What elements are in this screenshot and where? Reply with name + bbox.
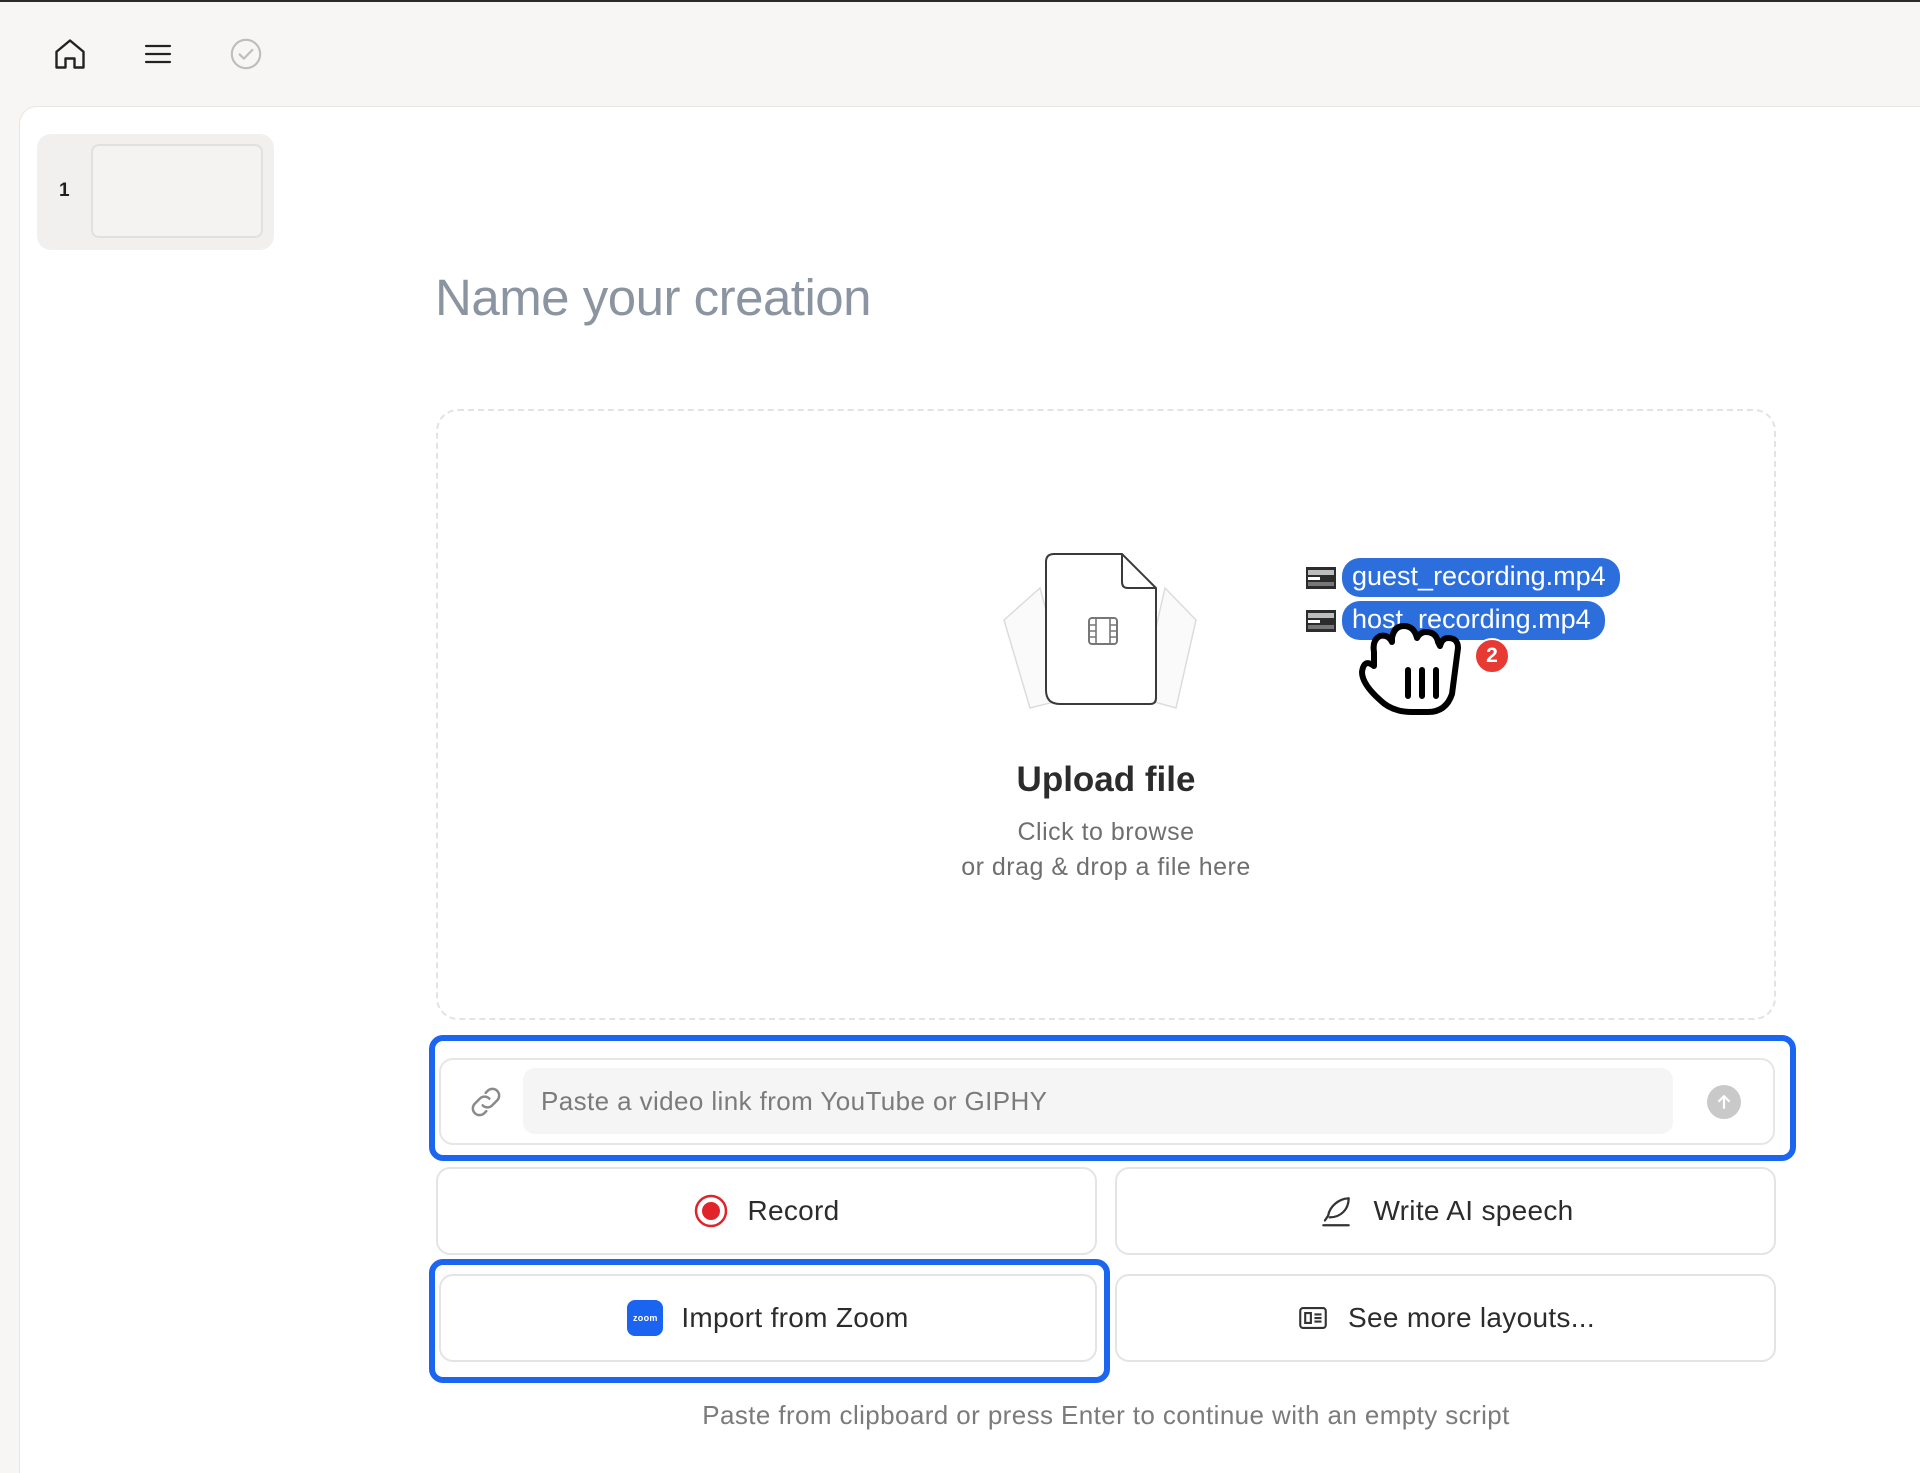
drag-count-badge: 2 — [1474, 638, 1510, 674]
scene-thumbnail — [91, 144, 263, 238]
home-icon[interactable] — [48, 32, 92, 76]
write-ai-speech-button[interactable]: Write AI speech — [1115, 1167, 1776, 1255]
link-icon — [466, 1082, 506, 1122]
top-toolbar — [0, 2, 1920, 106]
check-circle-icon[interactable] — [224, 32, 268, 76]
grab-hand-cursor-icon — [1350, 608, 1470, 718]
layout-icon — [1296, 1301, 1330, 1335]
arrow-up-icon — [1717, 1095, 1731, 1109]
import-from-zoom-button[interactable]: zoom Import from Zoom — [439, 1274, 1097, 1362]
see-more-layouts-button[interactable]: See more layouts... — [1115, 1274, 1776, 1362]
upload-title: Upload file — [1016, 760, 1196, 799]
see-more-layouts-label: See more layouts... — [1348, 1302, 1595, 1333]
scene-number: 1 — [59, 180, 70, 201]
scene-list-item[interactable]: 1 — [37, 134, 274, 250]
dragged-file-name: guest_recording.mp4 — [1342, 558, 1620, 597]
feather-pen-icon — [1317, 1192, 1355, 1230]
video-file-icon — [1000, 548, 1200, 718]
video-thumbnail-icon — [1306, 566, 1336, 589]
dragged-file-item: guest_recording.mp4 — [1306, 558, 1620, 597]
submit-link-button[interactable] — [1707, 1085, 1741, 1119]
import-from-zoom-label: Import from Zoom — [681, 1302, 909, 1333]
continue-hint-text: Paste from clipboard or press Enter to c… — [702, 1400, 1510, 1430]
video-link-input[interactable] — [523, 1068, 1673, 1134]
record-label: Record — [747, 1195, 840, 1226]
menu-icon[interactable] — [136, 32, 180, 76]
video-thumbnail-icon — [1306, 609, 1336, 632]
upload-drag-hint: or drag & drop a file here — [961, 853, 1251, 881]
zoom-logo-icon: zoom — [627, 1300, 664, 1336]
record-icon — [693, 1193, 729, 1229]
creation-title-input[interactable]: Name your creation — [435, 268, 872, 327]
upload-browse-text[interactable]: Click to browse — [900, 818, 1312, 847]
write-ai-speech-label: Write AI speech — [1373, 1195, 1574, 1226]
record-button[interactable]: Record — [436, 1167, 1097, 1255]
